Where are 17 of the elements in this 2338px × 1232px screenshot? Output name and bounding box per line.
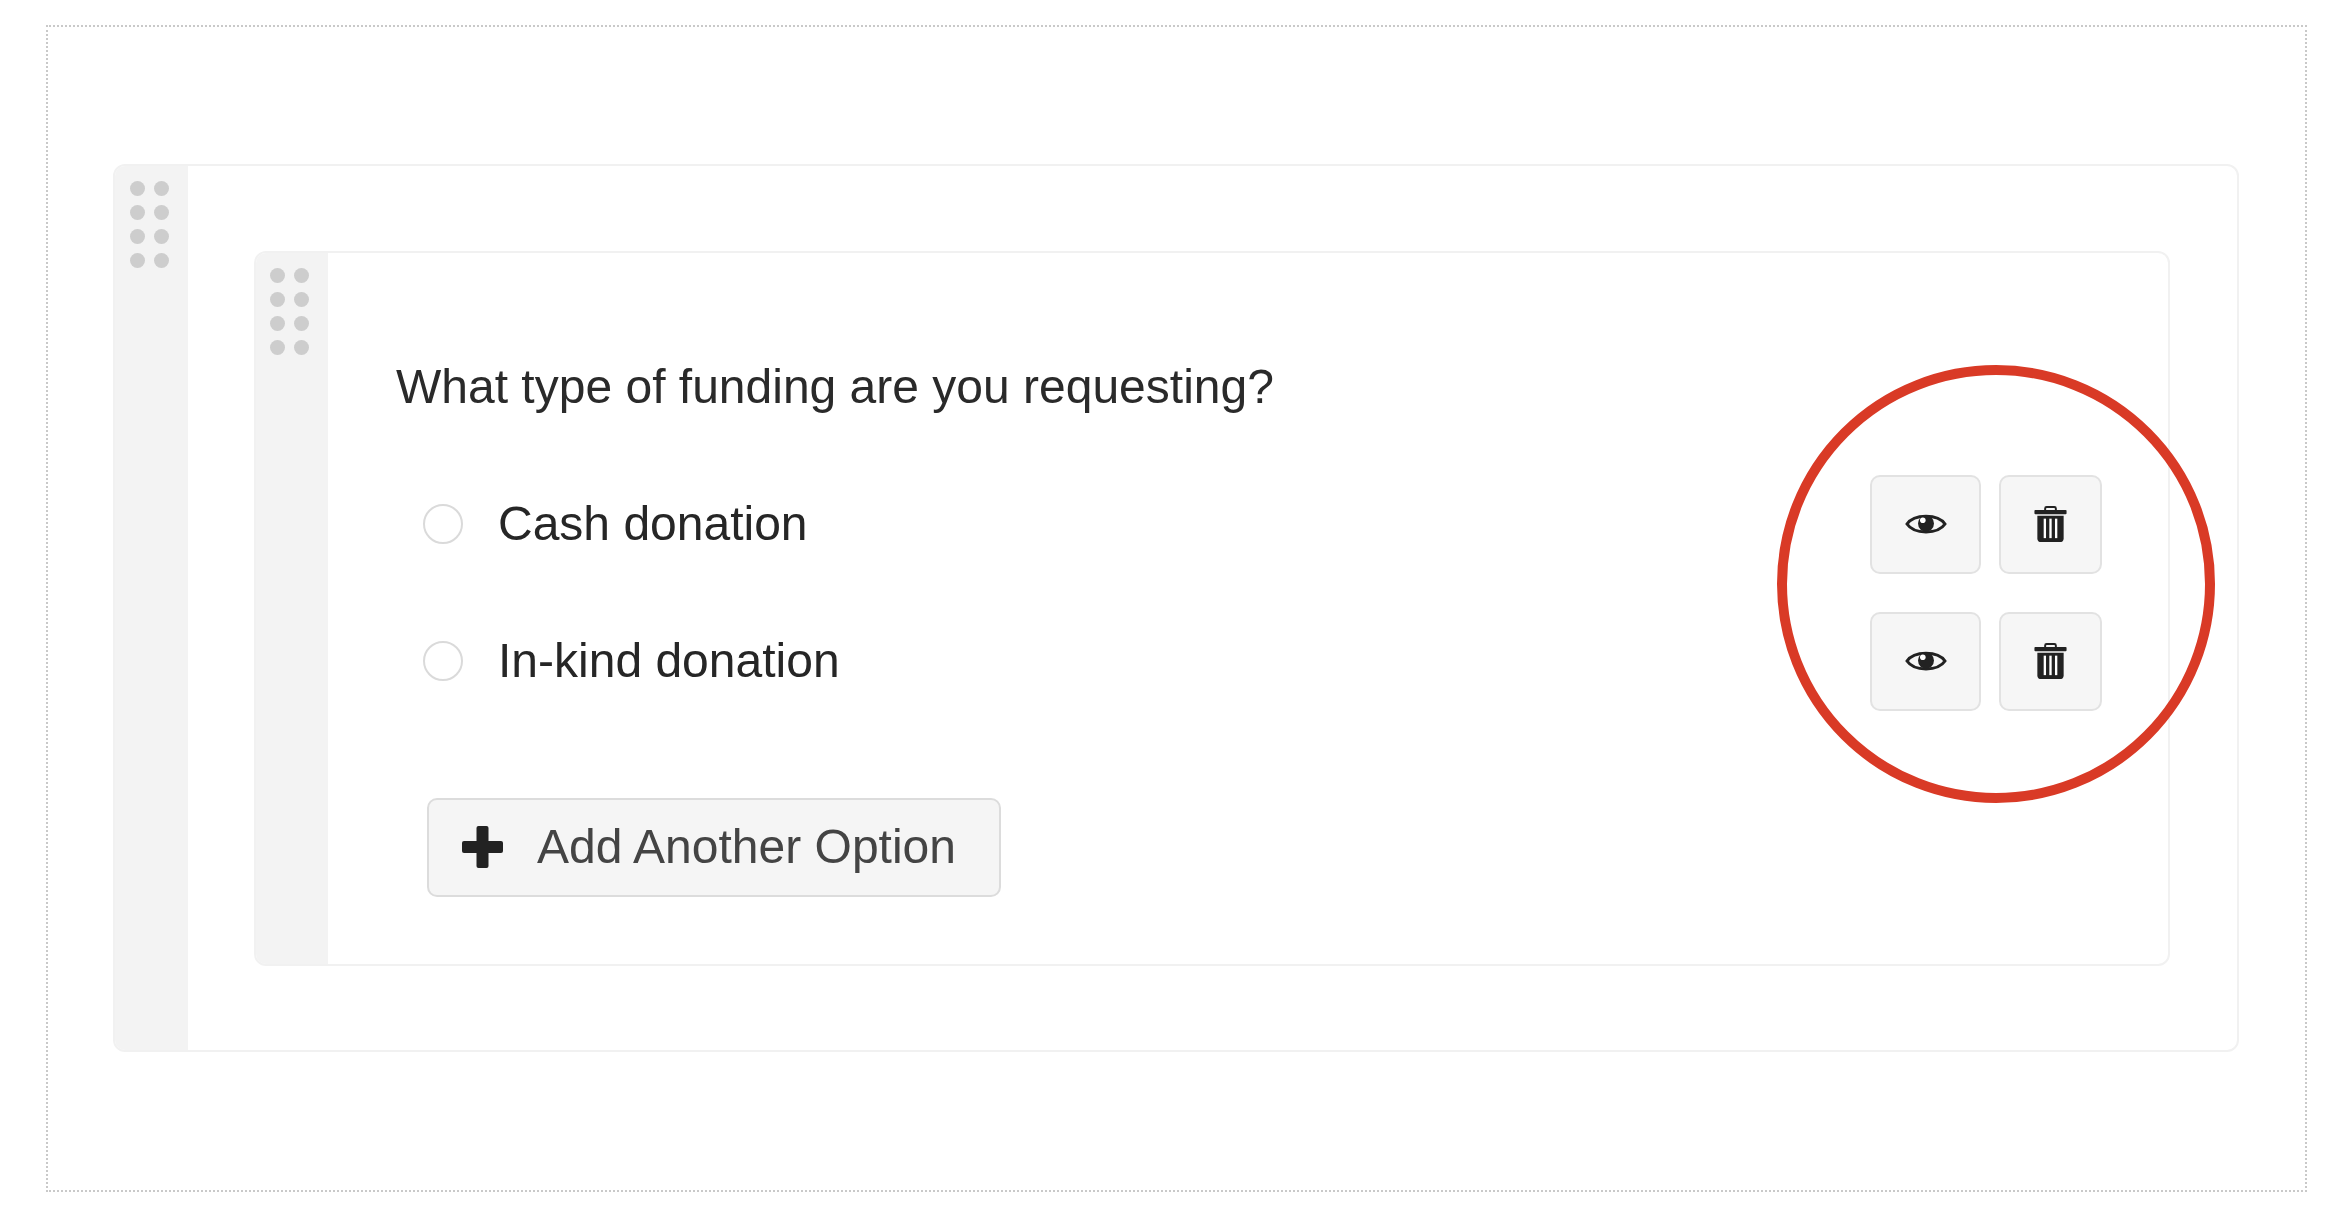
add-option-button[interactable]: Add Another Option [427,797,1001,897]
radio-button[interactable] [423,641,463,682]
question-text: What type of funding are you requesting? [396,359,1274,415]
trash-icon [2034,505,2067,543]
option-label: In-kind donation [498,633,840,690]
preview-button[interactable] [1870,474,1981,574]
preview-button[interactable] [1870,611,1981,711]
option-label: Cash donation [498,496,808,553]
grip-dots-icon [130,181,169,268]
plus-icon [462,826,503,869]
radio-button[interactable] [423,504,463,545]
drag-handle[interactable] [256,253,328,964]
drag-handle[interactable] [115,166,188,1050]
trash-icon [2034,642,2067,680]
delete-button[interactable] [1999,474,2102,574]
grip-dots-icon [270,268,309,355]
delete-button[interactable] [1999,611,2102,711]
